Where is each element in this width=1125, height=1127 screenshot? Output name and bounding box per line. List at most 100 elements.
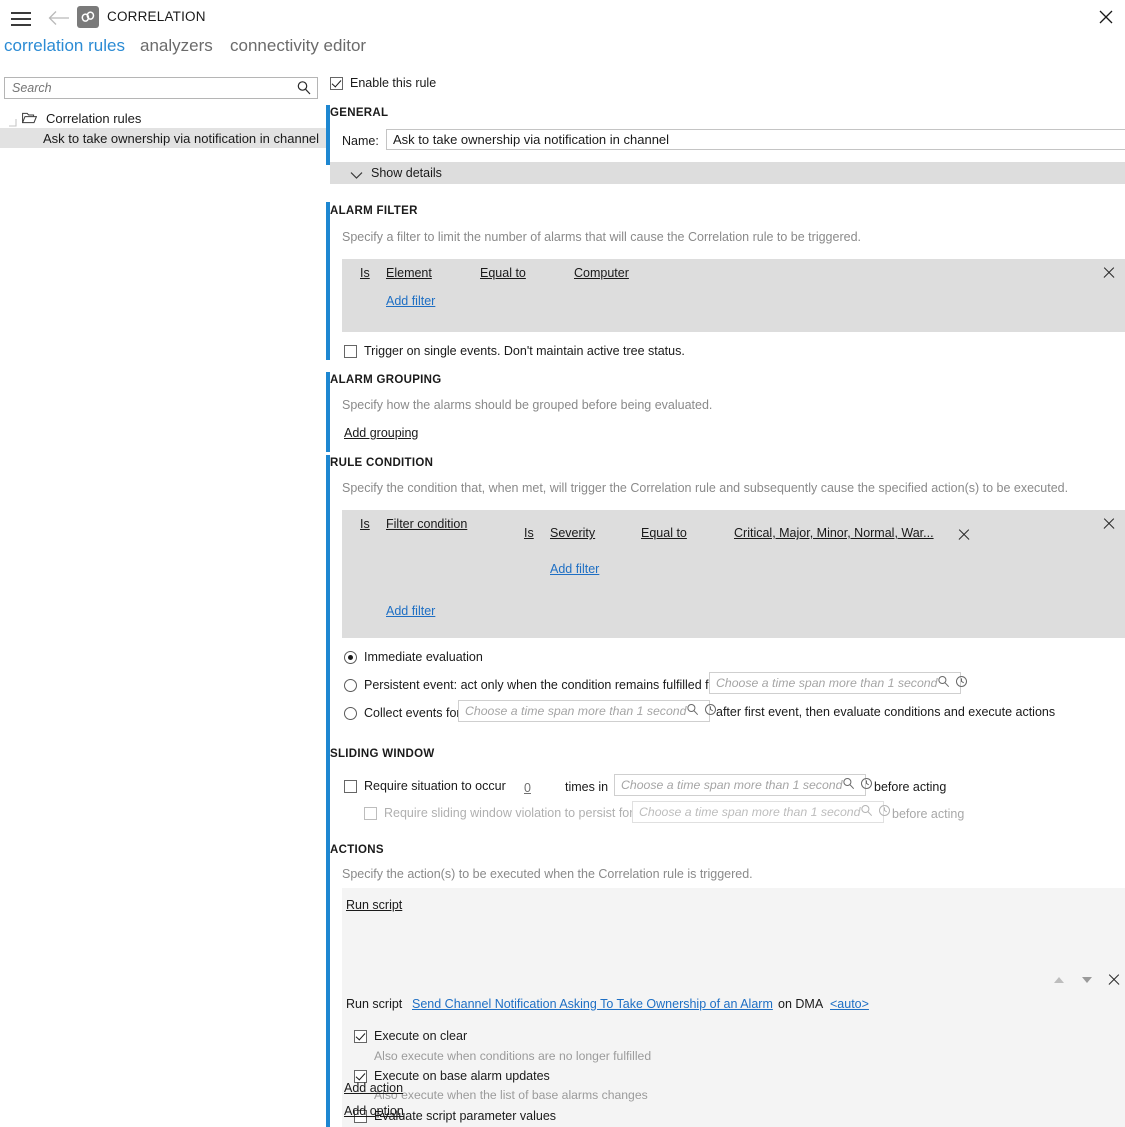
nested-filter-operator-link[interactable]: Equal to: [641, 526, 687, 540]
nested-filter-is-link[interactable]: Is: [524, 526, 534, 540]
nested-filter-value-link[interactable]: Critical, Major, Minor, Normal, War...: [734, 526, 934, 540]
require-occurrence-count-link[interactable]: 0: [524, 781, 531, 795]
require-persist-label: Require sliding window violation to pers…: [384, 806, 634, 820]
alarm-filter-remove-icon[interactable]: [1102, 266, 1116, 280]
move-action-up-icon[interactable]: [1054, 977, 1064, 983]
persistent-event-row[interactable]: Persistent event: act only when the cond…: [344, 678, 720, 692]
hamburger-menu-icon[interactable]: [8, 8, 34, 28]
section-title-actions: ACTIONS: [330, 844, 384, 856]
title-bar: CORRELATION: [0, 0, 1125, 34]
name-label: Name:: [342, 134, 379, 148]
require-persist-row: Require sliding window violation to pers…: [364, 806, 633, 820]
on-dma-label: on DMA: [778, 997, 824, 1011]
run-script-label: Run script: [346, 997, 403, 1011]
rule-condition-is-link[interactable]: Is: [360, 517, 370, 531]
dma-value-link[interactable]: <auto>: [830, 997, 869, 1011]
show-details-label: Show details: [371, 166, 442, 180]
immediate-evaluation-radio[interactable]: [344, 650, 357, 664]
enable-rule-checkbox[interactable]: [330, 76, 343, 90]
nested-add-filter-link[interactable]: Add filter: [550, 562, 599, 576]
persistent-event-radio[interactable]: [344, 678, 357, 692]
sidebar: Correlation rules Ask to take ownership …: [0, 72, 326, 1127]
require-persist-suffix: before acting: [892, 807, 965, 821]
back-arrow-glyph: [48, 11, 69, 25]
clock-icon[interactable]: [955, 675, 968, 691]
clock-glyph: [879, 804, 891, 817]
section-title-rule-condition: RULE CONDITION: [330, 457, 434, 469]
rule-condition-panel: Is Filter condition Is Severity Equal to…: [342, 510, 1125, 638]
nested-filter-field-link[interactable]: Severity: [550, 526, 595, 540]
alarm-filter-value-link[interactable]: Computer: [574, 266, 629, 280]
search-input[interactable]: [5, 78, 290, 98]
section-accent-sliding-window: [326, 746, 330, 850]
enable-rule-label: Enable this rule: [350, 76, 437, 90]
execute-on-clear-row[interactable]: Execute on clear: [354, 1029, 467, 1043]
rules-tree: Correlation rules Ask to take ownership …: [0, 108, 326, 148]
show-details-bar[interactable]: Show details: [330, 162, 1125, 184]
trigger-single-events-label: Trigger on single events. Don't maintain…: [364, 344, 685, 358]
tab-correlation-rules[interactable]: correlation rules: [4, 36, 125, 56]
search-icon[interactable]: [842, 777, 855, 793]
clock-icon[interactable]: [860, 777, 873, 793]
rule-condition-description: Specify the condition that, when met, wi…: [342, 481, 1069, 495]
rule-condition-add-filter-link[interactable]: Add filter: [386, 604, 435, 618]
search-icon: [860, 804, 873, 820]
require-occurrence-checkbox[interactable]: [344, 779, 357, 793]
collect-events-radio[interactable]: [344, 706, 357, 720]
execute-on-base-alarm-updates-description: Also execute when the list of base alarm…: [374, 1088, 648, 1102]
collect-timespan-field[interactable]: Choose a time span more than 1 second: [458, 700, 717, 722]
nested-filter-remove-icon[interactable]: [957, 528, 971, 542]
expander-glyph: [9, 119, 17, 127]
remove-action-icon[interactable]: [1107, 973, 1121, 987]
search-icon[interactable]: [296, 80, 312, 99]
alarm-grouping-description: Specify how the alarms should be grouped…: [342, 398, 713, 412]
script-name-link[interactable]: Send Channel Notification Asking To Take…: [412, 997, 773, 1011]
tree-item-rule[interactable]: Ask to take ownership via notification i…: [0, 128, 326, 148]
section-accent-alarm-filter: [326, 202, 330, 360]
add-grouping-link[interactable]: Add grouping: [344, 426, 418, 440]
rule-condition-field-link[interactable]: Filter condition: [386, 517, 467, 531]
add-action-link[interactable]: Add action: [344, 1081, 403, 1095]
alarm-filter-operator-link[interactable]: Equal to: [480, 266, 526, 280]
execute-on-clear-description: Also execute when conditions are no long…: [374, 1049, 652, 1063]
main-panel: Enable this rule GENERAL Name: Ask to ta…: [326, 72, 1125, 1127]
chevron-down-glyph: [350, 172, 363, 179]
execute-on-clear-checkbox[interactable]: [354, 1029, 367, 1043]
collect-events-row[interactable]: Collect events for: [344, 706, 461, 720]
require-persist-timespan-placeholder: Choose a time span more than 1 second: [639, 805, 861, 819]
trigger-single-events-row[interactable]: Trigger on single events. Don't maintain…: [344, 344, 685, 358]
persistent-timespan-field[interactable]: Choose a time span more than 1 second: [709, 672, 968, 694]
alarm-filter-add-filter-link[interactable]: Add filter: [386, 294, 435, 308]
move-action-down-icon[interactable]: [1082, 977, 1092, 983]
add-option-link[interactable]: Add option: [344, 1104, 404, 1118]
persistent-event-label: Persistent event: act only when the cond…: [364, 678, 720, 692]
window-close-icon[interactable]: [1091, 3, 1121, 31]
tab-analyzers[interactable]: analyzers: [140, 36, 213, 56]
back-arrow-icon[interactable]: [46, 6, 72, 30]
tree-root-correlation-rules[interactable]: Correlation rules: [0, 108, 326, 128]
search-icon[interactable]: [686, 703, 699, 719]
require-occurrence-timespan-field[interactable]: Choose a time span more than 1 second: [614, 774, 873, 796]
rule-condition-remove-icon[interactable]: [1102, 517, 1116, 531]
alarm-filter-is-link[interactable]: Is: [360, 266, 370, 280]
search-icon[interactable]: [937, 675, 950, 691]
rule-name-field[interactable]: Ask to take ownership via notification i…: [386, 129, 1125, 150]
search-glyph: [861, 804, 873, 817]
action-type-link[interactable]: Run script: [346, 898, 402, 912]
tree-root-label: Correlation rules: [46, 110, 142, 126]
require-occurrence-timespan-placeholder: Choose a time span more than 1 second: [621, 778, 843, 792]
chevron-down-icon: [350, 168, 363, 183]
collect-events-suffix: after first event, then evaluate conditi…: [716, 705, 1056, 719]
enable-rule-row[interactable]: Enable this rule: [330, 76, 436, 90]
alarm-filter-field-link[interactable]: Element: [386, 266, 432, 280]
immediate-evaluation-row[interactable]: Immediate evaluation: [344, 650, 483, 664]
search-glyph: [938, 675, 950, 688]
require-occurrence-row[interactable]: Require situation to occur: [344, 779, 506, 793]
trigger-single-events-checkbox[interactable]: [344, 344, 357, 358]
actions-description: Specify the action(s) to be executed whe…: [342, 867, 753, 881]
tab-connectivity-editor[interactable]: connectivity editor: [230, 36, 366, 56]
clock-glyph: [861, 777, 873, 790]
folder-icon: [21, 112, 38, 127]
chevron-collapse-icon[interactable]: [8, 115, 17, 127]
require-occurrence-label: Require situation to occur: [364, 779, 506, 793]
